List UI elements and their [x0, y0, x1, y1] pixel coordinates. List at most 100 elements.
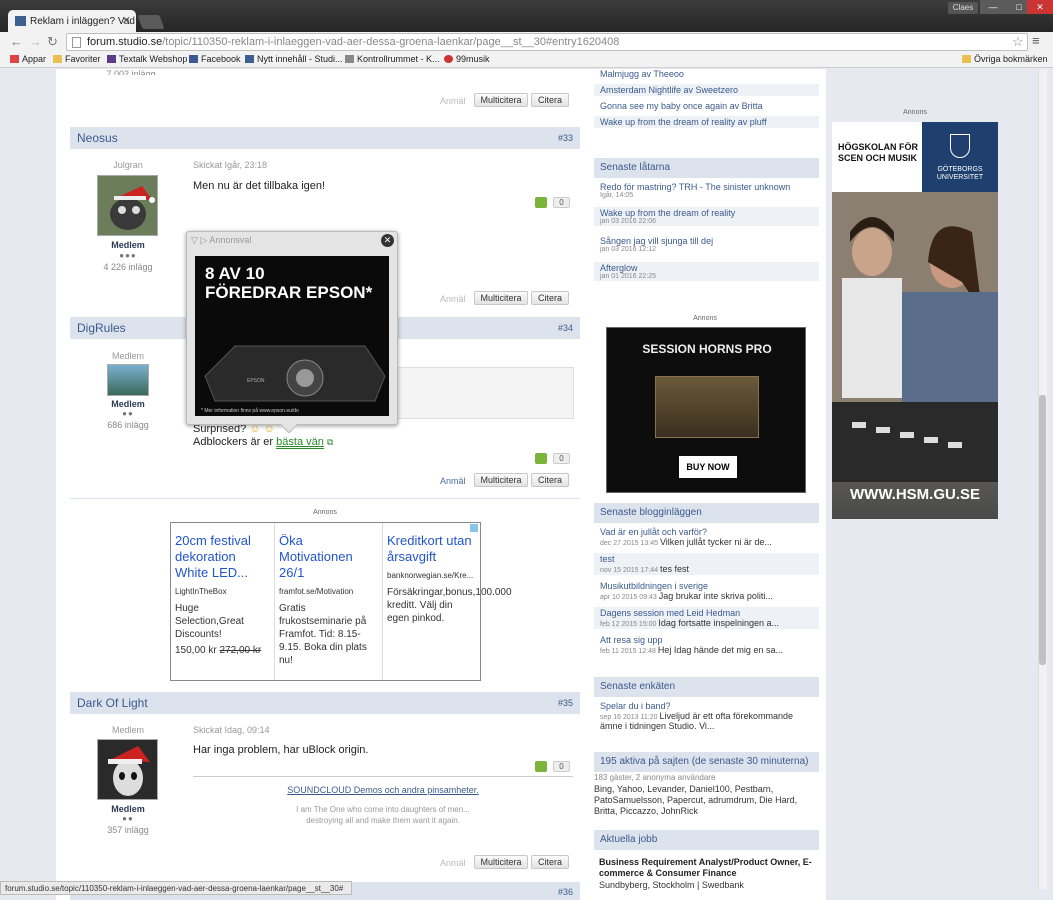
close-window-icon[interactable]: ✕ [1027, 0, 1053, 14]
new-tab-button[interactable] [137, 15, 165, 29]
blog-title[interactable]: test [600, 554, 813, 564]
report-link[interactable]: Anmäl [440, 294, 466, 304]
bookmark-item[interactable]: Nytt innehåll - Studi... [245, 54, 343, 64]
ad-link[interactable]: bästa vän [276, 436, 324, 449]
forward-icon[interactable]: → [29, 34, 42, 49]
bookmark-item[interactable]: 99musik [444, 54, 490, 64]
avatar[interactable] [97, 175, 158, 236]
signature-text: I am The One who come into daughters of … [296, 805, 470, 814]
post-number[interactable]: #35 [558, 698, 573, 708]
quote-button[interactable]: Citera [531, 291, 569, 305]
job-title[interactable]: Business Requirement Analyst/Product Own… [599, 857, 814, 879]
scrollbar-thumb[interactable] [1039, 395, 1046, 665]
url-host: forum.studio.se [87, 36, 163, 48]
post-header: Dark Of Light #35 [70, 692, 580, 714]
upvote-icon[interactable] [535, 453, 547, 464]
bookmark-apps[interactable]: Appar [10, 54, 46, 64]
ad-unit[interactable]: 20cm festival dekoration White LED... Li… [171, 523, 275, 680]
blog-snippet: Hej Idag hände det mig en sa... [657, 645, 783, 655]
favicon-icon [15, 16, 26, 26]
post-author[interactable]: DigRules [77, 321, 126, 335]
blog-title[interactable]: Dagens session med Leid Hedman [600, 608, 813, 618]
close-tab-icon[interactable]: ✕ [122, 14, 131, 27]
post-number[interactable]: #36 [558, 887, 573, 897]
sidebar-link[interactable]: Malmjugg av Theeoo [594, 68, 819, 80]
blog-item[interactable]: Dagens session med Leid Hedman feb 12 201… [594, 607, 819, 629]
ad-unit[interactable]: Kreditkort utan årsavgift banknorwegian.… [383, 523, 512, 680]
report-link[interactable]: Anmäl [440, 476, 466, 486]
quote-button[interactable]: Citera [531, 93, 569, 107]
bookmark-item[interactable]: Favoriter [53, 54, 101, 64]
bookmark-item[interactable]: Facebook [189, 54, 241, 64]
song-item[interactable]: Redo för mastring? TRH - The sinister un… [594, 181, 819, 200]
hsm-ad[interactable]: HÖGSKOLAN FÖR SCEN OCH MUSIK GÖTEBORGS UN… [832, 122, 998, 519]
poll-item[interactable]: Spelar du i band? sep 16 2013 11:20 Livel… [594, 700, 819, 732]
upvote-icon[interactable] [535, 761, 547, 772]
ad-title[interactable]: Kreditkort utan årsavgift [387, 533, 476, 565]
report-link[interactable]: Anmäl [440, 96, 466, 106]
post-text-line: Adblockers är er [193, 436, 274, 448]
post-count: 7 002 inlägg [106, 69, 156, 75]
blog-title[interactable]: Vad är en jullåt och varför? [600, 527, 813, 537]
bookmark-item[interactable]: Textalk Webshop [107, 54, 187, 64]
back-icon[interactable]: ← [10, 34, 23, 49]
blog-title[interactable]: Att resa sig upp [600, 635, 813, 645]
post-number[interactable]: #34 [558, 323, 573, 333]
sidebar-link[interactable]: Amsterdam Nightlife av Sweetzero [594, 84, 819, 96]
close-icon[interactable]: ✕ [381, 234, 394, 247]
blog-item[interactable]: Att resa sig upp feb 11 2015 12:48 Hej Id… [594, 634, 819, 656]
job-location: Sundbyberg, Stockholm | Swedbank [599, 880, 744, 890]
bookmark-item[interactable]: Kontrollrummet - K... [345, 54, 440, 64]
multiquote-button[interactable]: Multicitera [474, 855, 528, 869]
adchoices-icon[interactable]: ▽ ▷ [191, 235, 207, 245]
browser-tab[interactable]: Reklam i inläggen? Vad ä ✕ [8, 10, 136, 32]
blog-title[interactable]: Musikutbildningen i sverige [600, 581, 813, 591]
poll-title[interactable]: Spelar du i band? [600, 701, 813, 711]
active-users[interactable]: Bing, Yahoo, Levander, Daniel100, Pestba… [594, 784, 819, 817]
post-author[interactable]: Neosus [77, 131, 118, 145]
divider [70, 498, 580, 499]
sidebar-link[interactable]: Gonna see my baby once again av Britta [594, 100, 819, 112]
bookmark-other[interactable]: Övriga bokmärken [962, 54, 1048, 64]
song-title[interactable]: Afterglow [600, 263, 813, 273]
avatar[interactable] [97, 739, 158, 800]
song-item[interactable]: Wake up from the dream of reality jan 03 … [594, 207, 819, 226]
ad-title[interactable]: Öka Motivationen 26/1 [279, 533, 378, 581]
ad-desc: Försäkringar,bonus,100.000 kreditt. Välj… [387, 587, 512, 624]
post-author[interactable]: Dark Of Light [77, 696, 148, 710]
song-title[interactable]: Wake up from the dream of reality [600, 208, 813, 218]
avatar-image [98, 176, 157, 235]
signature-link[interactable]: SOUNDCLOUD Demos och andra pinsamheter. [193, 785, 573, 795]
blog-item[interactable]: Musikutbildningen i sverige apr 10 2015 0… [594, 580, 819, 602]
post-number[interactable]: #33 [558, 133, 573, 143]
reload-icon[interactable]: ↻ [47, 34, 58, 50]
bookmark-star-icon[interactable]: ☆ [1012, 34, 1024, 50]
song-item[interactable]: Sången jag vill sjunga till dej jan 03 20… [594, 235, 819, 254]
buy-now-button[interactable]: BUY NOW [679, 456, 737, 478]
ad-unit[interactable]: Öka Motivationen 26/1 framfot.se/Motivat… [275, 523, 383, 680]
upvote-icon[interactable] [535, 197, 547, 208]
song-title[interactable]: Redo för mastring? TRH - The sinister un… [600, 182, 813, 192]
multiquote-button[interactable]: Multicitera [474, 473, 528, 487]
report-link[interactable]: Anmäl [440, 858, 466, 868]
sidebar-link[interactable]: Wake up from the dream of reality av plu… [594, 116, 819, 128]
popup-header: ▽ ▷ Annonsval [191, 235, 251, 246]
avatar[interactable] [107, 364, 149, 396]
epson-ad[interactable]: 8 AV 10 FÖREDRAR EPSON* EPSON * Mer info… [195, 256, 389, 416]
signature-divider [193, 776, 573, 777]
multiquote-button[interactable]: Multicitera [474, 93, 528, 107]
menu-icon[interactable]: ≡ [1032, 33, 1040, 48]
quote-button[interactable]: Citera [531, 473, 569, 487]
minimize-icon[interactable]: — [980, 0, 1006, 14]
profile-button[interactable]: Claes [948, 2, 978, 14]
ad-title[interactable]: 20cm festival dekoration White LED... [175, 533, 270, 581]
blog-item[interactable]: test nov 15 2015 17:44 tes fest [594, 553, 819, 575]
song-item[interactable]: Afterglow jan 01 2016 22:25 [594, 262, 819, 281]
blog-item[interactable]: Vad är en jullåt och varför? dec 27 2015 … [594, 526, 819, 548]
multiquote-button[interactable]: Multicitera [474, 291, 528, 305]
song-title[interactable]: Sången jag vill sjunga till dej [600, 236, 813, 246]
quote-button[interactable]: Citera [531, 855, 569, 869]
page-icon [72, 37, 81, 48]
address-bar[interactable]: forum.studio.se/topic/110350-reklam-i-in… [66, 33, 1028, 51]
session-horns-ad[interactable]: SESSION HORNS PRO BUY NOW [606, 327, 806, 493]
